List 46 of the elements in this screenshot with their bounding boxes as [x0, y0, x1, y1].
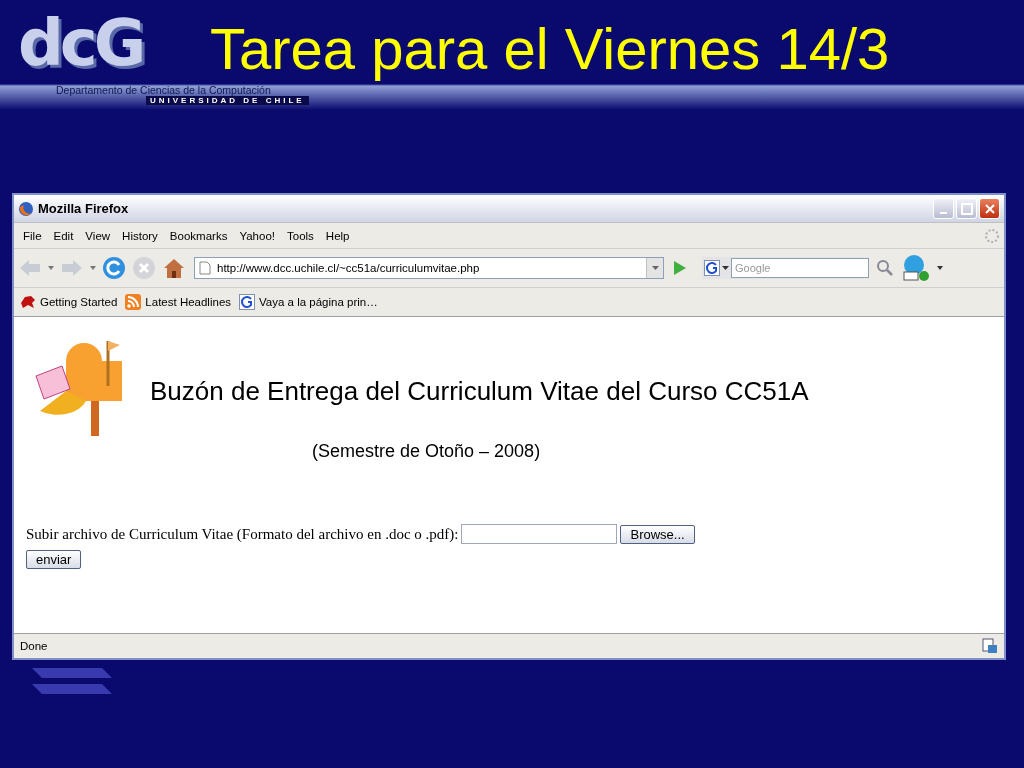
caret-icon: [722, 266, 729, 270]
caret-icon: [651, 266, 659, 270]
status-icon: [982, 638, 998, 654]
phone-icon[interactable]: [901, 253, 931, 283]
window-title: Mozilla Firefox: [38, 201, 130, 216]
caret-icon: [937, 266, 943, 270]
bookmark-link[interactable]: Getting Started: [20, 294, 118, 310]
university-name: UNIVERSIDAD DE CHILE: [146, 96, 309, 105]
menu-item[interactable]: File: [18, 229, 47, 242]
department-name: Departamento de Ciencias de la Computación: [56, 84, 271, 96]
submit-button[interactable]: enviar: [26, 550, 82, 569]
search-field[interactable]: Google: [731, 258, 869, 278]
address-field[interactable]: http://www.dcc.uchile.cl/~cc51a/curriculumvitae.php: [194, 257, 664, 279]
page-heading: Buzón de Entrega del Curriculum Vitae del Curso CC51A: [150, 375, 809, 407]
close-button[interactable]: [979, 198, 1000, 219]
minimize-button[interactable]: [933, 198, 954, 219]
home-icon[interactable]: [162, 256, 186, 280]
google-icon: [704, 260, 720, 276]
browse-button[interactable]: Browse...: [620, 524, 695, 544]
browser-logo-icon: [18, 200, 34, 217]
menu-item[interactable]: History: [117, 229, 163, 242]
throbber-icon: [984, 227, 1000, 244]
stop-icon[interactable]: [132, 256, 156, 280]
status-text: Done: [20, 640, 49, 652]
bookmark-link[interactable]: Latest Headlines: [125, 294, 232, 310]
caret-icon: [48, 266, 54, 270]
menu-item[interactable]: Bookmarks: [164, 229, 233, 242]
minimize-icon: [940, 211, 947, 214]
menu-item[interactable]: Edit: [48, 229, 79, 242]
menu-item[interactable]: View: [80, 229, 116, 242]
search-icon[interactable]: [875, 258, 895, 278]
rss-icon: [125, 294, 142, 310]
menu-item[interactable]: Yahoo!: [234, 229, 280, 242]
logo: dcG: [18, 8, 143, 78]
upload-label: Subir archivo de Curriculum Vitae (Formato del archivo en .doc o .pdf):: [26, 525, 459, 543]
menu-item[interactable]: Tools: [282, 229, 319, 242]
menu-item[interactable]: Help: [320, 229, 355, 242]
page-icon: [199, 261, 211, 275]
page-subheading: (Semestre de Otoño – 2008): [312, 441, 541, 462]
maximize-icon: [960, 202, 973, 215]
reload-icon[interactable]: [102, 256, 126, 280]
file-field[interactable]: [461, 524, 618, 544]
caret-icon: [90, 266, 96, 270]
google-icon: [239, 294, 256, 310]
bookmark-link[interactable]: Vaya a la página prin…: [239, 294, 378, 310]
close-icon: [983, 202, 996, 215]
